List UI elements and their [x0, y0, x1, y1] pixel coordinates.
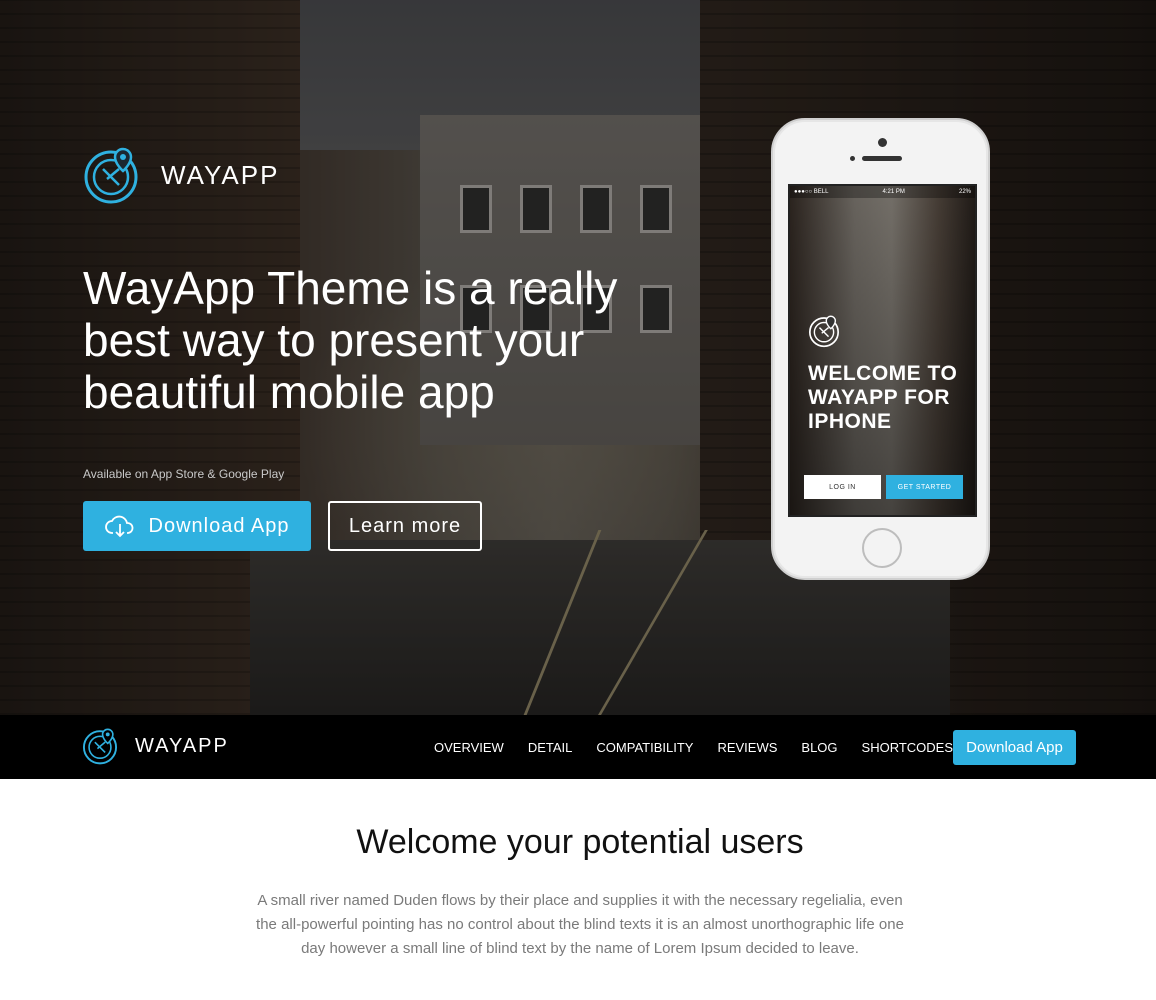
nav-brand-name: WAYAPP: [135, 734, 229, 757]
nav-brand[interactable]: WAYAPP: [82, 726, 229, 766]
hero-section: WAYAPP WayApp Theme is a really best way…: [0, 0, 1156, 715]
phone-status-bar: ●●●○○ BELL 4:21 PM 22%: [790, 186, 975, 198]
nav-link-detail[interactable]: DETAIL: [528, 740, 573, 755]
phone-welcome-title: WELCOME TO WAYAPP FOR IPHONE: [808, 362, 958, 433]
availability-text: Available on App Store & Google Play: [83, 467, 285, 481]
learn-more-label: Learn more: [348, 514, 462, 537]
download-app-label: Download App: [148, 514, 290, 537]
phone-screen: ●●●○○ BELL 4:21 PM 22% WELCOME TO WAYAPP…: [788, 184, 977, 517]
status-time: 4:21 PM: [882, 189, 905, 195]
phone-sensor: [850, 156, 855, 161]
learn-more-button[interactable]: Learn more: [328, 501, 482, 551]
download-app-button[interactable]: Download App: [83, 501, 311, 551]
nav-links: OVERVIEW DETAIL COMPATIBILITY REVIEWS BL…: [434, 715, 977, 779]
phone-home-button: [862, 528, 902, 568]
compass-logo-icon: [84, 147, 138, 204]
nav-link-shortcodes[interactable]: SHORTCODES: [862, 740, 954, 755]
status-battery: 22%: [958, 189, 971, 195]
nav-link-compatibility[interactable]: COMPATIBILITY: [596, 740, 693, 755]
phone-get-started-button[interactable]: GET STARTED: [886, 475, 963, 499]
nav-link-blog[interactable]: BLOG: [801, 740, 837, 755]
phone-speaker: [862, 156, 902, 161]
hero-headline: WayApp Theme is a really best way to pre…: [83, 262, 618, 418]
cloud-download-icon: [104, 515, 133, 538]
compass-logo-icon: [82, 728, 118, 765]
nav-download-app-button[interactable]: Download App: [953, 730, 1076, 765]
welcome-body: A small river named Duden flows by their…: [256, 892, 904, 957]
compass-logo-icon: [808, 315, 840, 348]
welcome-title: Welcome your potential users: [356, 823, 804, 861]
hero-brand[interactable]: WAYAPP: [83, 145, 279, 205]
iphone-mockup: ●●●○○ BELL 4:21 PM 22% WELCOME TO WAYAPP…: [771, 118, 990, 580]
main-navbar: WAYAPP OVERVIEW DETAIL COMPATIBILITY REV…: [0, 715, 1156, 779]
status-carrier: ●●●○○ BELL: [794, 189, 829, 195]
welcome-section: Welcome your potential users A small riv…: [0, 779, 1156, 1000]
phone-screen-background: [790, 186, 975, 515]
nav-link-overview[interactable]: OVERVIEW: [434, 740, 504, 755]
nav-link-reviews[interactable]: REVIEWS: [717, 740, 777, 755]
phone-login-button[interactable]: LOG IN: [804, 475, 881, 499]
brand-name: WAYAPP: [161, 159, 280, 190]
phone-camera: [878, 138, 887, 147]
